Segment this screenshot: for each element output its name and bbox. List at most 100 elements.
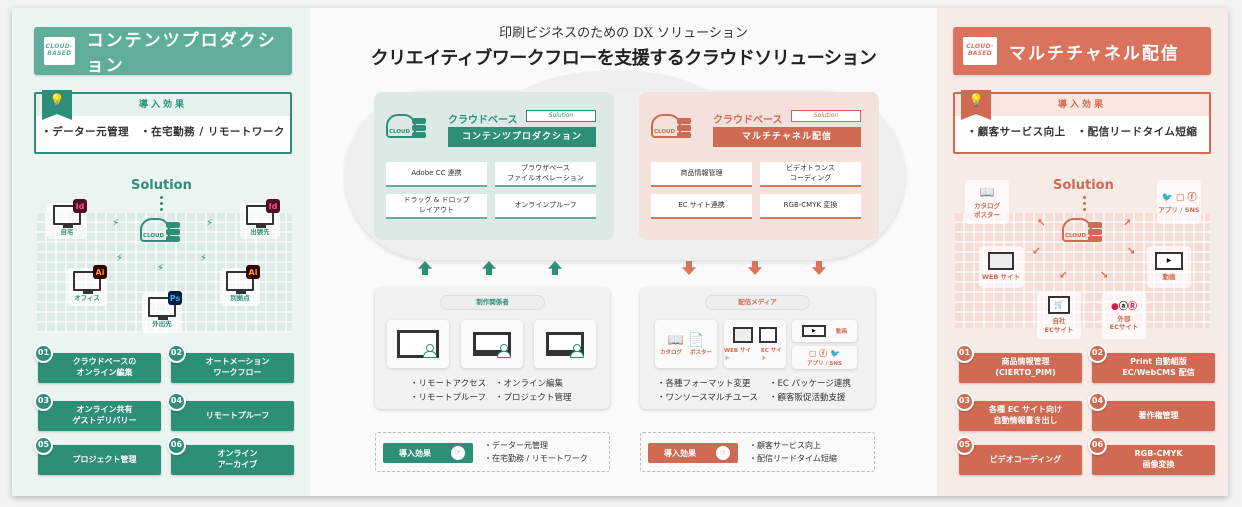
badge-line-2: BASED [967, 50, 993, 57]
laptop-user-tile [534, 320, 596, 368]
left-effect-box: 💡 導入効果 ・データー元管理 ・在宅勤務 / リモートワーク [34, 90, 292, 154]
feature-01: 01 クラウドベースの オンライン編集 [34, 344, 161, 383]
card-item: オンラインプルーフ [495, 194, 596, 219]
feature-04: 04 著作権管理 [1088, 392, 1215, 431]
card-item: 商品情報管理 [651, 162, 752, 187]
bullet: ・ワンソースマルチユース [657, 393, 758, 403]
node-own-ec: 🛒 自社 ECサイト [1037, 291, 1081, 339]
producers-box: 制作関係者 ・リモートアクセス ・リモートプルーフ ・オンライン編集 ・プロジェ… [375, 287, 610, 409]
feature-number: 04 [1088, 392, 1107, 411]
node-video: ▶ 動画 [1147, 246, 1191, 288]
cloud-label: CLOUD [1065, 233, 1087, 239]
effect-badge: 導入効果 ☞ [383, 443, 473, 463]
cloud-based-badge: CLOUD- BASED [44, 37, 75, 65]
feature-05: 05 ビデオコーディング [955, 436, 1082, 475]
card-item: ブラウザベース ファイルオペレーション [495, 162, 596, 187]
card-kicker: クラウドベース [713, 115, 783, 126]
bullet: ・顧客販促活動支援 [769, 393, 846, 403]
monitor-icon: Id [53, 199, 87, 229]
effect-heading: 導入効果 [955, 94, 1209, 116]
user-icon [497, 344, 511, 360]
solution-label: Solution [131, 178, 192, 193]
node-label: 出張先 [250, 228, 270, 237]
bullet: ・リモートプルーフ [410, 393, 486, 403]
bullet: ・オンライン編集 [495, 379, 564, 389]
node-branch: Ai 別拠点 [220, 265, 260, 306]
feature-label: オンライン共有 ゲストデリバリー [72, 405, 137, 425]
monitor-icon: Ai [73, 265, 107, 295]
media-bullets-right: ・EC パッケージ連携 ・顧客販促活動支援 [769, 377, 851, 405]
feature-number: 02 [167, 344, 186, 363]
sns-label: アプリ / SNS [807, 361, 842, 367]
card-item: Adobe CC 連携 [386, 162, 487, 187]
solution-tag: Solution [526, 110, 596, 122]
cloud-label: CLOUD [654, 129, 676, 135]
cloud-db-icon: CLOUD [1062, 218, 1102, 243]
web-media-tile: WEB サイト EC サイト [724, 320, 786, 368]
card-content-production: CLOUD クラウドベース Solution コンテンツプロダクション Adob… [374, 92, 614, 240]
feature-label: 商品情報管理 (CIERTO_PIM) [995, 357, 1056, 377]
card-item: ビデオトランス コーディング [760, 162, 861, 187]
web-label: WEB サイト [724, 347, 751, 362]
user-icon [570, 344, 584, 360]
browser-icon [988, 252, 1014, 271]
feature-label: オートメーション ワークフロー [205, 357, 270, 377]
pointing-hand-icon: ☞ [451, 446, 465, 460]
node-label: オフィス [74, 294, 100, 303]
card-multichannel: CLOUD クラウドベース Solution マルチチャネル配信 商品情報管理 … [639, 92, 879, 240]
feature-label: RGB-CMYK 画像変換 [1134, 449, 1183, 469]
feature-label: プロジェクト管理 [72, 454, 137, 464]
feature-number: 01 [34, 344, 53, 363]
effect-heading: 導入効果 [36, 94, 290, 116]
arrow-icon: ↙ [1032, 246, 1041, 257]
video-icon: ▶ [1155, 252, 1183, 271]
dots-connector [1083, 196, 1087, 214]
cloud-db-icon: CLOUD [386, 114, 426, 139]
lightning-icon: ⚡ [206, 218, 214, 229]
arrow-icon: ↘ [1127, 246, 1136, 257]
arrow-icon: ↗ [1123, 218, 1132, 229]
cart-icon: 🛒 [1048, 296, 1070, 315]
solution-label: Solution [1053, 178, 1114, 193]
book-poster-icons: 📖 📄 [667, 332, 705, 348]
effect-lines: ・データー元管理 ・在宅勤務 / リモートワーク [484, 439, 588, 465]
effect-label: 導入効果 [399, 448, 431, 458]
browser-icons [733, 326, 777, 343]
indesign-icon: Id [73, 199, 87, 214]
effect-label: 導入効果 [664, 448, 696, 458]
card-item: EC サイト連携 [651, 194, 752, 219]
feature-label: オンライン アーカイブ [217, 449, 258, 469]
laptop-user-tile [461, 320, 523, 368]
node-web-site: WEB サイト [979, 246, 1023, 288]
video-icon: ▶ [801, 325, 826, 337]
effect-lines: ・顧客サービス向上 ・配信リードタイム短縮 [749, 439, 837, 465]
right-panel-multichannel: CLOUD- BASED マルチチャネル配信 💡 導入効果 ・顧客サービス向上 … [937, 8, 1228, 496]
sns-icons: ▢ ⓕ 🐦 [808, 349, 841, 358]
left-panel-content-production: CLOUD- BASED コンテンツプロダクション 💡 導入効果 ・データー元管… [12, 8, 310, 496]
video-label: 動画 [835, 329, 847, 335]
feature-05: 05 プロジェクト管理 [34, 436, 161, 475]
bullet: ・プロジェクト管理 [495, 393, 572, 403]
print-media-tile: 📖 📄 カタログ ポスター [655, 320, 717, 368]
feature-04: 04 リモートプルーフ [167, 392, 294, 431]
cloud-label: CLOUD [143, 233, 165, 239]
solution-tag: Solution [791, 110, 861, 122]
effect-line: ・在宅勤務 / リモートワーク [484, 454, 588, 463]
node-label: 自社 ECサイト [1044, 317, 1074, 334]
monitor-icon: Id [246, 199, 280, 229]
effect-text: ・顧客サービス向上 ・配信リードタイム短縮 [966, 126, 1198, 138]
feature-label: クラウドベースの オンライン編集 [72, 357, 137, 377]
effect-text: ・データー元管理 ・在宅勤務 / リモートワーク [41, 126, 285, 138]
node-label: アプリ / SNS [1158, 205, 1200, 214]
user-icon [423, 344, 437, 360]
dots-connector [160, 196, 164, 214]
feature-label: ビデオコーディング [989, 454, 1062, 464]
illustrator-icon: Ai [246, 265, 260, 280]
bullet: ・リモートアクセス [410, 379, 487, 389]
feature-number: 04 [167, 392, 186, 411]
lightning-icon: ⚡ [116, 253, 124, 264]
arrow-icon: ↙ [1059, 270, 1068, 281]
right-title: マルチチャネル配信 [1009, 43, 1180, 64]
producers-pill: 制作関係者 [440, 295, 545, 310]
bullet: ・各種フォーマット変更 [657, 379, 751, 389]
